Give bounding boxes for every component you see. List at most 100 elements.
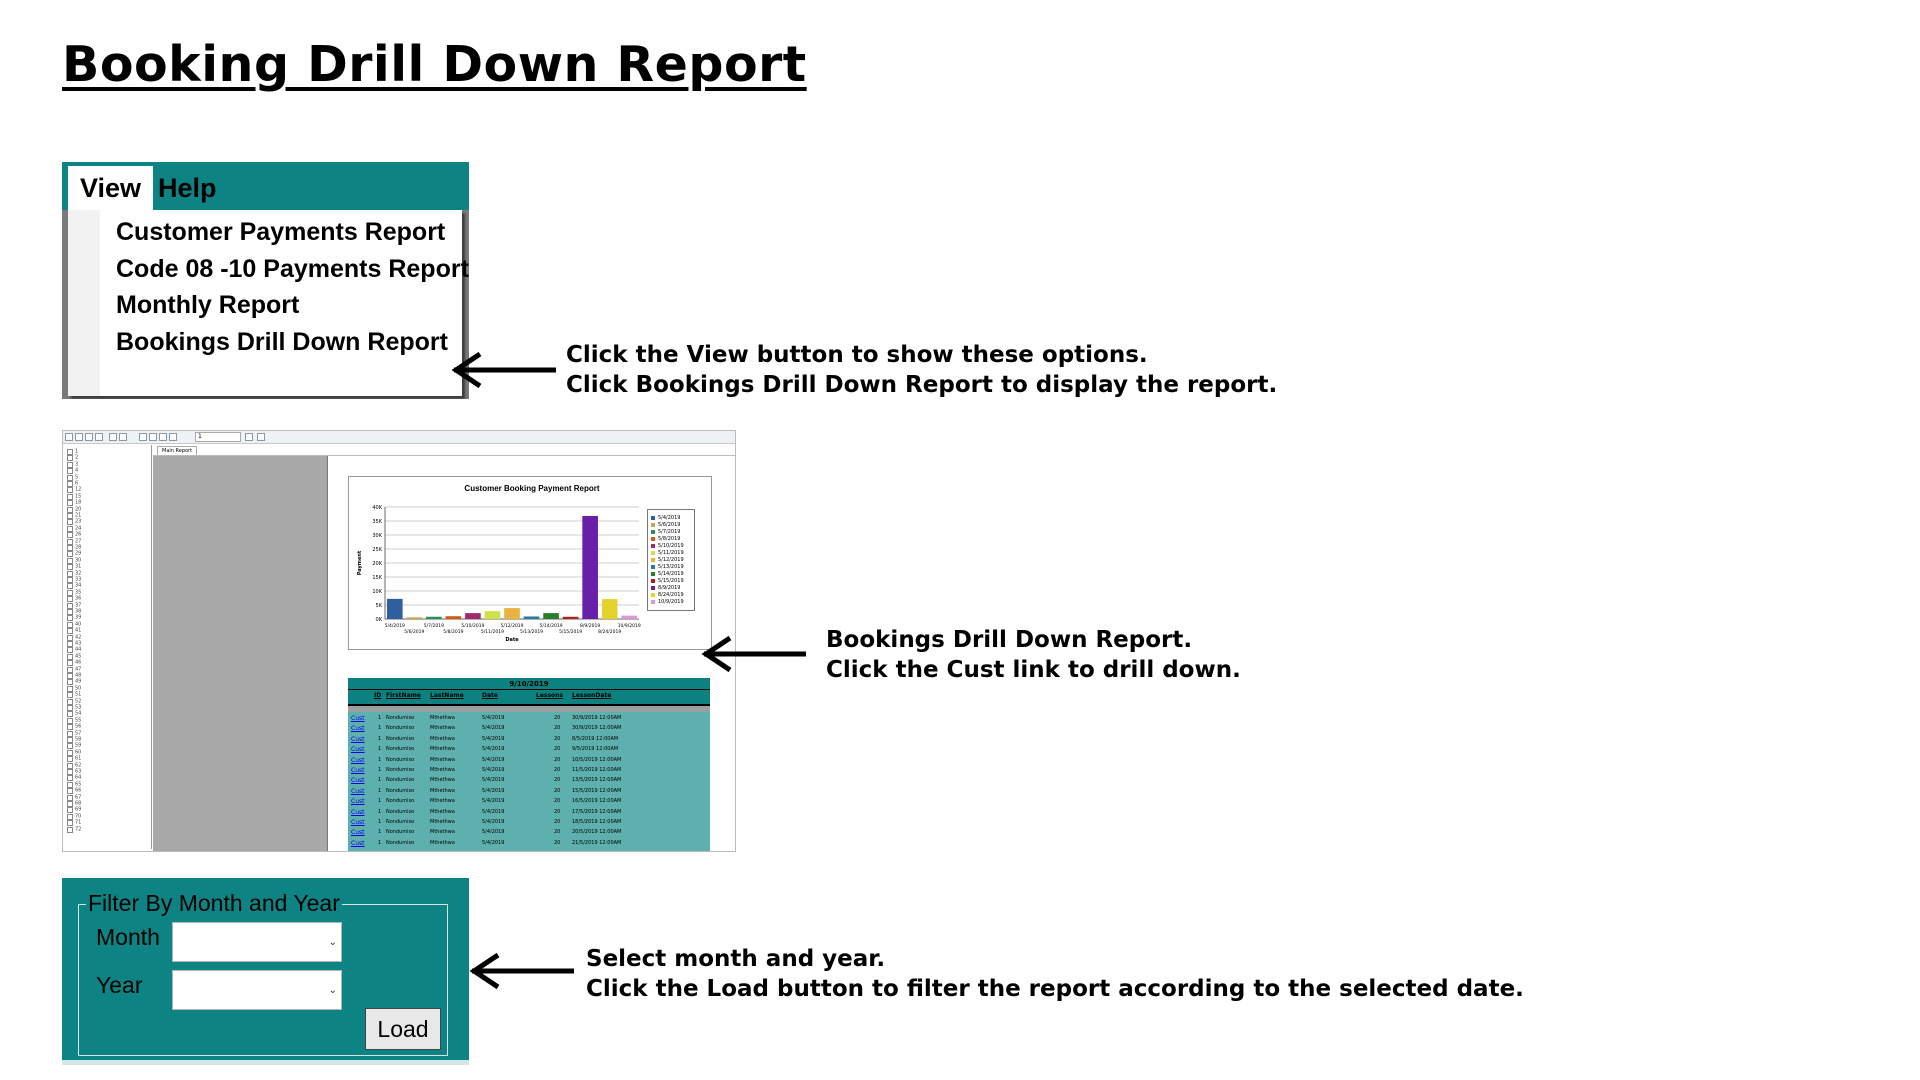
- copy-icon[interactable]: [95, 433, 103, 441]
- y-tick-label: 5K: [376, 603, 383, 609]
- tree-node-label: 62: [75, 762, 82, 769]
- col-header-date: Date: [482, 692, 498, 699]
- bookings-table: 9/10/2019 ID FirstName LastName Date Les…: [348, 678, 710, 851]
- tree-node-label: 40: [75, 621, 82, 628]
- legend-item: 8/24/2019: [651, 592, 684, 599]
- tree-node-label: 32: [75, 570, 82, 577]
- tab-main-report[interactable]: Main Report: [157, 446, 198, 455]
- tree-node-label: 33: [75, 576, 82, 583]
- legend-item: 5/12/2019: [651, 557, 684, 564]
- filter-screenshot: Filter By Month and Year Month ⌄ Year ⌄ …: [62, 878, 469, 1065]
- tree-node-label: 15: [75, 493, 82, 500]
- y-tick-label: 40K: [372, 505, 382, 511]
- document-icon: [67, 551, 73, 558]
- document-icon: [67, 647, 73, 654]
- tree-node-label: 59: [75, 742, 82, 749]
- viewer-toolbar: 1: [63, 431, 735, 444]
- document-icon: [67, 609, 73, 615]
- document-icon: [67, 653, 73, 660]
- document-icon: [67, 801, 73, 807]
- load-button[interactable]: Load: [365, 1008, 441, 1050]
- menu-view[interactable]: View: [68, 166, 154, 210]
- tree-node-label: 70: [75, 813, 82, 820]
- tree-node-label: 71: [75, 819, 82, 826]
- tree-node-label: 48: [75, 672, 82, 679]
- export-icon[interactable]: [65, 433, 73, 441]
- document-icon: [67, 762, 73, 769]
- tree-node-label: 65: [75, 781, 82, 788]
- tree-node-label: 43: [75, 640, 82, 647]
- month-select[interactable]: ⌄: [172, 922, 342, 962]
- x-tick-label: 5/15/2019: [559, 629, 582, 635]
- document-icon: [67, 749, 73, 756]
- x-tick-label: 5/6/2019: [404, 629, 424, 635]
- first-page-icon[interactable]: [139, 433, 147, 441]
- x-tick-label: 10/9/2019: [618, 623, 641, 629]
- tree-node-label: 21: [75, 512, 82, 519]
- document-icon: [67, 788, 73, 795]
- document-icon: [67, 666, 73, 673]
- tree-node-label: 58: [75, 736, 82, 743]
- chevron-down-icon: ⌄: [328, 985, 337, 996]
- legend-item: 10/9/2019: [651, 599, 684, 606]
- document-icon: [67, 461, 73, 468]
- params-icon[interactable]: [119, 433, 127, 441]
- table-row: Cust 1 Nondumiso Mthethwa 5/4/2019 20 21/5/201…: [348, 837, 710, 850]
- year-select[interactable]: ⌄: [172, 970, 342, 1010]
- refresh-icon[interactable]: [85, 433, 93, 441]
- legend-swatch: [651, 544, 655, 548]
- document-icon: [67, 589, 73, 596]
- document-icon: [67, 615, 73, 622]
- document-icon: [67, 711, 73, 718]
- document-icon: [67, 468, 73, 475]
- legend-item: 5/14/2019: [651, 571, 684, 578]
- menu-help[interactable]: Help: [146, 166, 229, 210]
- legend-label: 5/10/2019: [658, 543, 684, 549]
- cell-date: 5/4/2019: [482, 839, 505, 846]
- document-icon: [67, 455, 73, 462]
- col-header-lessons: Lessons: [536, 692, 563, 699]
- tree-toggle-icon[interactable]: [109, 433, 117, 441]
- menu-item-bookings-drill-down-report[interactable]: Bookings Drill Down Report: [116, 320, 448, 364]
- tree-node-label: 56: [75, 723, 82, 730]
- tree-node-label: 54: [75, 710, 82, 717]
- tree-node-label: 41: [75, 627, 82, 634]
- tree-node-label: 38: [75, 608, 82, 615]
- last-page-icon[interactable]: [169, 433, 177, 441]
- next-page-icon[interactable]: [159, 433, 167, 441]
- y-tick-label: 30K: [372, 533, 382, 539]
- bar: [445, 616, 462, 619]
- legend-item: 5/7/2019: [651, 529, 680, 536]
- legend-label: 5/14/2019: [658, 571, 684, 577]
- bar: [601, 599, 618, 619]
- y-axis-label: Payment: [357, 550, 363, 575]
- x-tick-label: 5/4/2019: [385, 623, 405, 629]
- tree-node-label: 51: [75, 691, 82, 698]
- document-icon: [67, 628, 73, 635]
- legend-label: 5/6/2019: [658, 522, 681, 528]
- zoom-icon[interactable]: [257, 433, 265, 441]
- document-icon: [67, 506, 73, 513]
- menu-bar: View Help: [62, 162, 469, 210]
- tree-node-label: 72: [75, 826, 82, 833]
- document-icon: [67, 493, 73, 500]
- legend-item: 5/10/2019: [651, 543, 684, 550]
- print-icon[interactable]: [75, 433, 83, 441]
- tree-node-label: 66: [75, 787, 82, 794]
- x-tick-label: 5/12/2019: [500, 623, 523, 629]
- document-icon: [67, 557, 73, 564]
- cust-link[interactable]: Cust: [351, 837, 364, 850]
- document-icon: [67, 474, 73, 481]
- search-icon[interactable]: [245, 433, 253, 441]
- tree-node-label: 1: [75, 448, 79, 455]
- document-icon: [67, 769, 73, 775]
- page-number-input[interactable]: 1: [195, 432, 241, 442]
- tree-node-label: 4: [75, 467, 79, 474]
- prev-page-icon[interactable]: [149, 433, 157, 441]
- tree-node[interactable]: 72: [67, 826, 82, 834]
- tree-node-label: 46: [75, 659, 82, 666]
- chart-title: Customer Booking Payment Report: [464, 484, 599, 493]
- tree-node-label: 52: [75, 698, 82, 705]
- legend-swatch: [651, 586, 655, 590]
- tree-node-label: 29: [75, 550, 82, 557]
